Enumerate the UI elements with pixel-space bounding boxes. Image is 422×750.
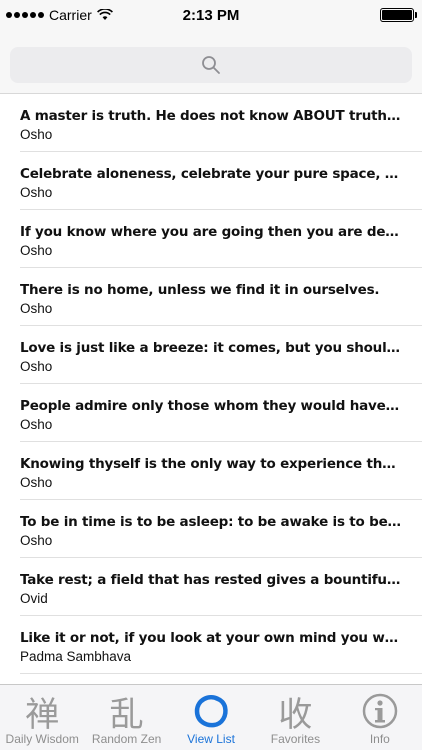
quote-row[interactable]: Take rest; a field that has rested gives… [0, 558, 422, 616]
search-input[interactable] [10, 47, 416, 85]
tab-favorites[interactable]: 收 Favorites [253, 685, 337, 750]
quote-author: Osho [20, 185, 53, 200]
quote-author: Osho [20, 243, 53, 258]
quote-row[interactable]: Like it or not, if you look at your own … [0, 616, 422, 674]
search-field[interactable] [10, 47, 416, 85]
tab-label: Favorites [270, 732, 321, 746]
zen-character-icon: 禅 [25, 694, 60, 735]
quote-author: Padma Sambhava [20, 649, 132, 664]
quote-text: There is no home, unless we find it in o… [20, 282, 380, 298]
tab-bar: 禅 Daily Wisdom 乱 Random Zen View List 收 … [0, 684, 422, 750]
quote-row[interactable]: To be in time is to be asleep: to be awa… [0, 500, 422, 558]
tab-daily-wisdom[interactable]: 禅 Daily Wisdom [0, 685, 84, 750]
quote-text: People admire only those whom they would… [20, 398, 402, 414]
status-bar: Carrier 2:13 PM [0, 0, 422, 38]
tab-info[interactable]: Info [338, 685, 422, 750]
quote-row[interactable]: Knowing thyself is the only way to exper… [0, 442, 422, 500]
quote-text: Knowing thyself is the only way to exper… [20, 456, 402, 472]
quote-text: Like it or not, if you look at your own … [20, 630, 402, 646]
quote-text: A master is truth. He does not know ABOU… [20, 108, 402, 124]
quote-row[interactable]: People admire only those whom they would… [0, 384, 422, 442]
tab-label: View List [187, 732, 235, 746]
quote-author: Osho [20, 417, 53, 432]
tab-label: Info [369, 732, 390, 746]
status-time: 2:13 PM [182, 6, 240, 24]
random-character-icon: 乱 [109, 694, 144, 735]
battery-icon [380, 8, 417, 22]
quote-text: Love is just like a breeze: it comes, bu… [20, 340, 402, 356]
quote-text: Take rest; a field that has rested gives… [20, 572, 402, 588]
quote-row[interactable]: Love is just like a breeze: it comes, bu… [0, 326, 422, 384]
quote-author: Osho [20, 475, 53, 490]
tab-random-zen[interactable]: 乱 Random Zen [84, 685, 168, 750]
search-bar [0, 38, 422, 94]
tab-label: Daily Wisdom [5, 732, 79, 746]
quote-row[interactable]: There is no home, unless we find it in o… [0, 268, 422, 326]
quote-text: If you know where you are going then you… [20, 224, 402, 240]
quote-author: Osho [20, 127, 53, 142]
collect-character-icon: 收 [278, 694, 313, 735]
tab-label: Random Zen [91, 732, 162, 746]
quote-author: Osho [20, 533, 53, 548]
quote-row[interactable]: If you know where you are going then you… [0, 210, 422, 268]
quote-row[interactable]: A master is truth. He does not know ABOU… [0, 94, 422, 152]
quote-author: Osho [20, 359, 53, 374]
quote-row[interactable]: Celebrate aloneness, celebrate your pure… [0, 152, 422, 210]
quote-author: Ovid [20, 591, 48, 606]
quote-text: To be in time is to be asleep: to be awa… [20, 514, 402, 530]
quote-author: Osho [20, 301, 53, 316]
info-icon [360, 691, 400, 731]
tab-view-list[interactable]: View List [169, 685, 253, 750]
enso-circle-icon [191, 691, 231, 731]
quote-list: A master is truth. He does not know ABOU… [0, 94, 422, 684]
quote-text: Celebrate aloneness, celebrate your pure… [20, 166, 402, 182]
